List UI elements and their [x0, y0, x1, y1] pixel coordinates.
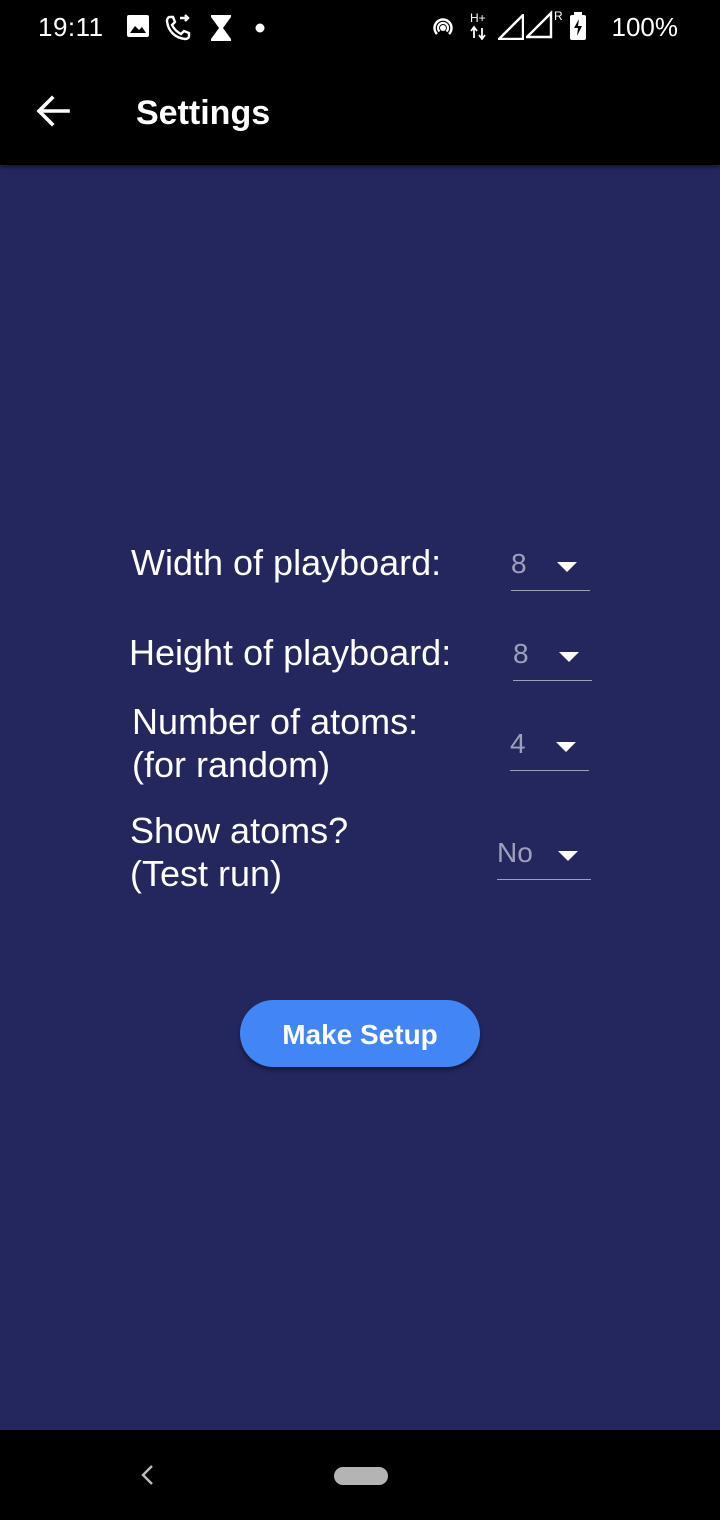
make-setup-button[interactable]: Make Setup	[240, 1000, 480, 1067]
dropdown-arrow-icon	[557, 562, 577, 572]
width-dropdown[interactable]: 8	[511, 546, 590, 591]
signal-roaming-icon: R	[526, 9, 563, 39]
atoms-dropdown[interactable]: 4	[510, 726, 589, 771]
battery-percentage: 100%	[611, 12, 679, 42]
height-label: Height of playboard:	[129, 632, 452, 673]
page-title: Settings	[136, 94, 271, 132]
app-bar: Settings	[0, 56, 720, 165]
dot-icon	[255, 23, 265, 33]
show-atoms-dropdown[interactable]: No	[497, 835, 591, 880]
dropdown-arrow-icon	[559, 652, 579, 662]
atoms-label: Number of atoms: (for random)	[132, 701, 419, 785]
width-label: Width of playboard:	[131, 542, 442, 583]
call-forward-icon	[165, 14, 191, 41]
atoms-value: 4	[510, 728, 526, 759]
height-value: 8	[513, 638, 529, 669]
hplus-data-icon: H+	[470, 11, 486, 40]
hplus-text: H+	[470, 11, 486, 25]
width-value: 8	[511, 548, 527, 579]
battery-charging-icon	[570, 12, 586, 40]
hourglass-icon	[211, 15, 231, 41]
status-right-icons: H+ R 100%	[430, 9, 720, 42]
nav-back-icon[interactable]	[138, 1462, 158, 1488]
roaming-text: R	[554, 9, 563, 23]
height-dropdown[interactable]: 8	[513, 636, 592, 681]
signal-icon	[498, 14, 524, 40]
home-pill[interactable]	[334, 1467, 388, 1485]
arrow-back-icon[interactable]	[36, 94, 70, 128]
image-icon	[127, 15, 149, 37]
dropdown-arrow-icon	[558, 851, 578, 861]
status-bar: 19:11 H+ R 100%	[0, 0, 720, 56]
show-atoms-label: Show atoms? (Test run)	[130, 810, 349, 894]
hotspot-icon	[433, 18, 453, 35]
dropdown-arrow-icon	[556, 742, 576, 752]
status-time: 19:11	[38, 12, 104, 42]
show-atoms-value: No	[497, 837, 533, 868]
